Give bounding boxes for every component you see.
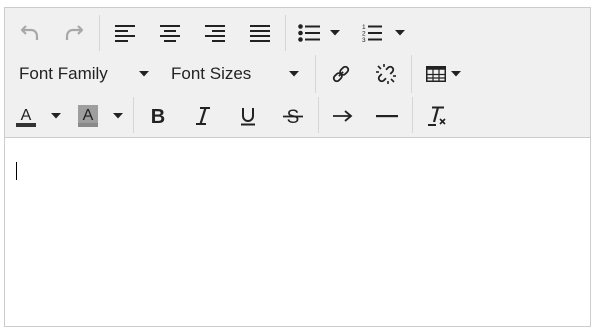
toolbar-separator — [318, 97, 319, 133]
background-color-icon: A — [78, 105, 98, 127]
font-color-icon: A — [16, 107, 36, 127]
align-justify-icon — [250, 25, 270, 42]
svg-text:3: 3 — [362, 37, 366, 43]
clear-formatting-button[interactable] — [425, 102, 451, 130]
insert-table-button[interactable] — [423, 61, 465, 87]
align-right-icon — [205, 25, 225, 42]
table-icon — [426, 66, 446, 82]
horizontal-rule-button[interactable] — [374, 102, 400, 130]
remove-link-button[interactable] — [373, 61, 399, 87]
align-center-button[interactable] — [158, 21, 182, 45]
italic-button[interactable] — [190, 102, 216, 130]
chevron-down-icon — [113, 113, 123, 119]
chevron-down-icon — [139, 71, 149, 77]
svg-text:B: B — [151, 106, 165, 127]
toolbar-separator — [133, 97, 134, 133]
unlink-icon — [376, 64, 396, 84]
svg-text:A: A — [21, 107, 32, 124]
underline-icon — [241, 108, 255, 126]
font-size-select[interactable]: Font Sizes — [165, 61, 305, 87]
editor-toolbar: 1 2 3 Font Family Font Sizes A A B S — [5, 8, 590, 138]
undo-button[interactable] — [17, 21, 43, 45]
chevron-down-icon — [51, 113, 61, 119]
undo-icon — [20, 25, 39, 40]
toolbar-separator — [99, 15, 100, 51]
rich-text-editor: 1 2 3 Font Family Font Sizes A A B S — [4, 7, 591, 327]
strikethrough-button[interactable]: S — [280, 102, 306, 130]
chevron-down-icon — [451, 71, 461, 77]
chevron-down-icon — [330, 30, 340, 36]
align-left-button[interactable] — [113, 21, 137, 45]
font-color-button[interactable]: A — [13, 102, 65, 130]
align-left-icon — [115, 25, 135, 42]
redo-icon — [65, 25, 84, 40]
font-family-select[interactable]: Font Family — [13, 61, 155, 87]
chevron-down-icon — [395, 30, 405, 36]
bold-button[interactable]: B — [145, 102, 171, 130]
numbered-list-icon: 1 2 3 — [362, 24, 382, 43]
toolbar-separator — [285, 15, 286, 51]
editor-content-area[interactable] — [5, 138, 590, 326]
clear-formatting-icon — [428, 106, 446, 126]
link-icon — [332, 65, 350, 83]
insert-link-button[interactable] — [328, 61, 354, 87]
underline-button[interactable] — [235, 102, 261, 130]
indent-button[interactable] — [330, 102, 356, 130]
toolbar-separator — [315, 55, 316, 93]
strikethrough-icon: S — [283, 107, 303, 127]
chevron-down-icon — [289, 71, 299, 77]
italic-icon — [196, 107, 210, 125]
svg-text:A: A — [83, 107, 94, 124]
toolbar-separator — [411, 55, 412, 93]
align-justify-button[interactable] — [248, 21, 272, 45]
background-color-button[interactable]: A — [75, 102, 127, 130]
align-center-icon — [160, 25, 180, 42]
align-right-button[interactable] — [203, 21, 227, 45]
font-family-label: Font Family — [19, 64, 108, 83]
horizontal-rule-icon — [376, 115, 398, 118]
bold-icon: B — [151, 106, 165, 127]
bullet-list-button[interactable] — [295, 21, 351, 45]
redo-button[interactable] — [61, 21, 87, 45]
toolbar-separator — [412, 97, 413, 133]
indent-arrow-icon — [333, 110, 353, 122]
text-cursor — [16, 162, 17, 180]
numbered-list-button[interactable]: 1 2 3 — [359, 21, 409, 45]
font-size-label: Font Sizes — [171, 64, 252, 83]
bullet-list-icon — [298, 24, 320, 42]
